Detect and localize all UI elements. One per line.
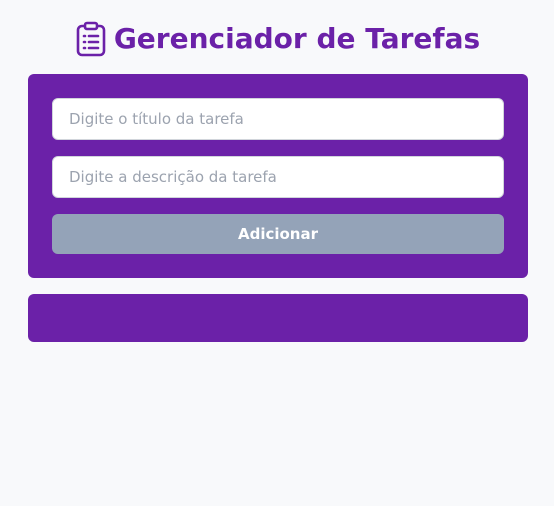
task-description-input[interactable] [52,156,504,198]
page: Gerenciador de Tarefas Adicionar [0,0,554,506]
page-header: Gerenciador de Tarefas [0,18,554,60]
add-task-button[interactable]: Adicionar [52,214,504,254]
task-list [28,294,528,342]
clipboard-list-icon [74,20,108,58]
add-task-form: Adicionar [28,74,528,278]
task-title-input[interactable] [52,98,504,140]
page-title: Gerenciador de Tarefas [113,22,481,55]
